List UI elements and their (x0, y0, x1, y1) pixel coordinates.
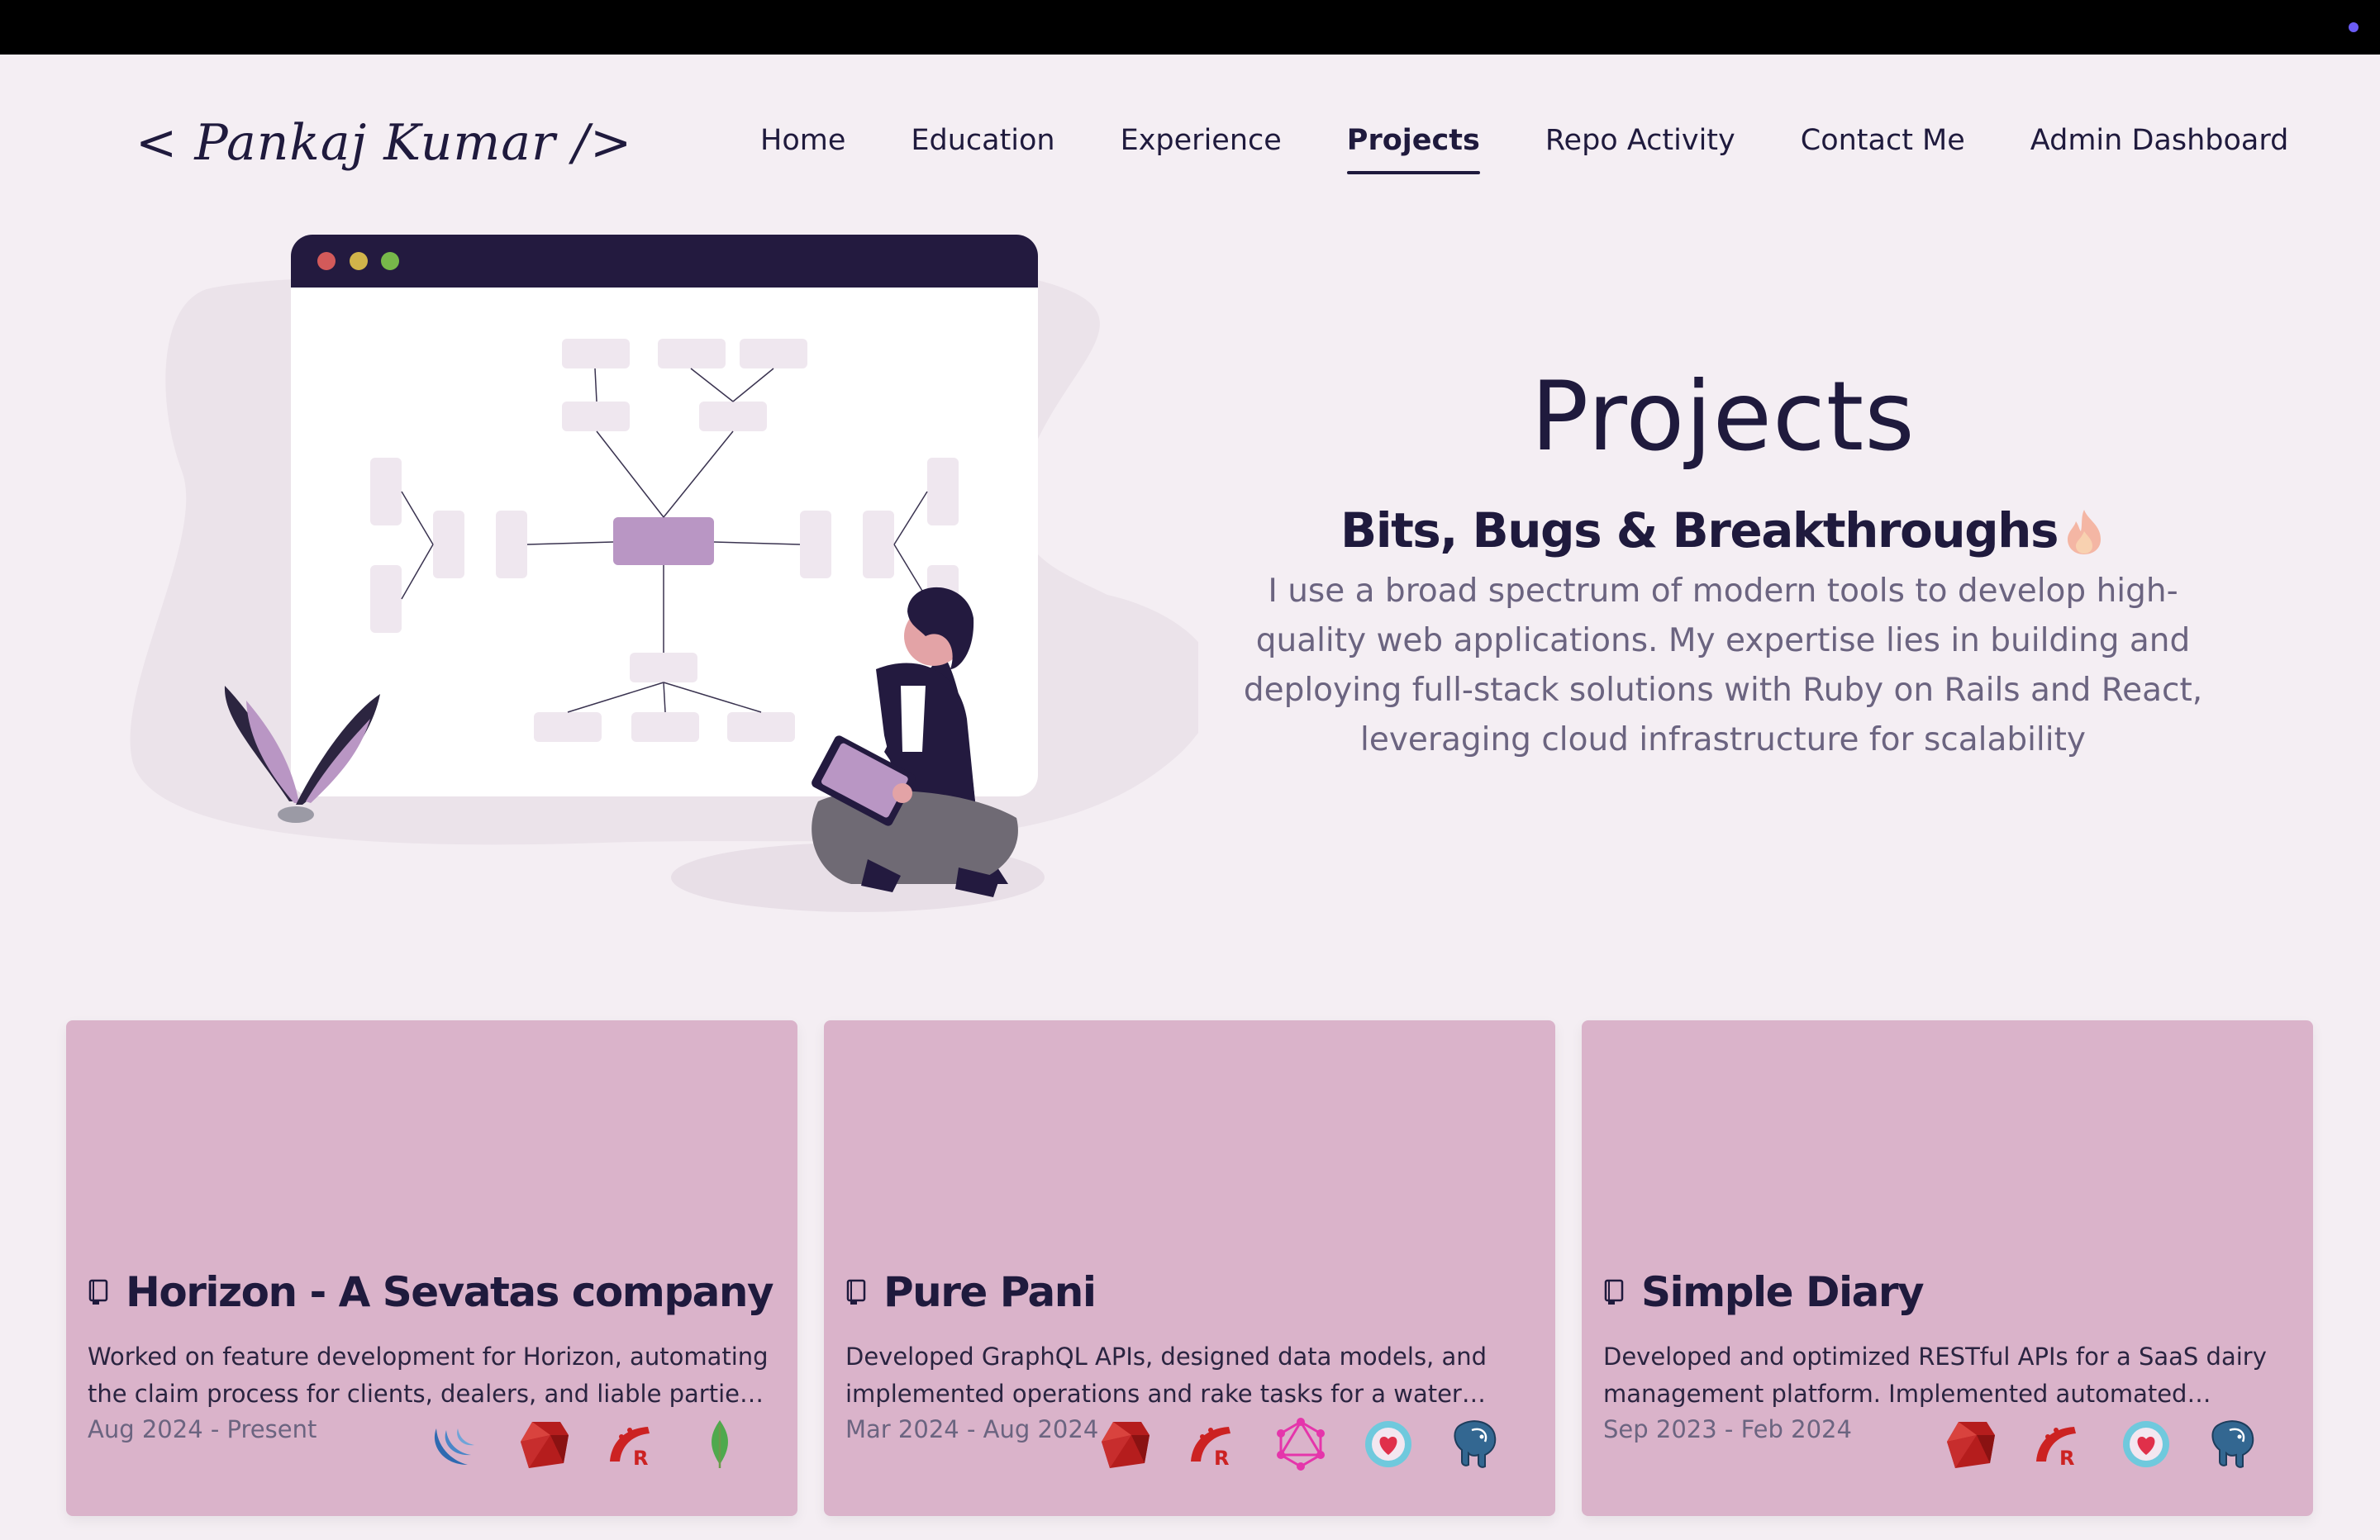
project-card-horizon[interactable]: Horizon - A Sevatas company Worked on fe… (66, 1020, 797, 1516)
nav-education[interactable]: Education (911, 120, 1054, 169)
ruby-icon (1944, 1417, 1998, 1471)
hero-text: Projects Bits, Bugs & Breakthroughs I us… (1207, 347, 2240, 765)
project-card-pure-pani[interactable]: Pure Pani Developed GraphQL APIs, design… (824, 1020, 1555, 1516)
ruby-icon (517, 1417, 572, 1471)
top-bar (0, 0, 2380, 55)
page-title: Projects (1530, 361, 1916, 473)
project-date: Mar 2024 - Aug 2024 (845, 1415, 1099, 1443)
main-nav: Home Education Experience Projects Repo … (760, 120, 2289, 174)
rails-icon: R (1186, 1417, 1240, 1471)
svg-text:R: R (2059, 1447, 2074, 1470)
book-icon (1603, 1279, 1626, 1305)
status-dot (2349, 22, 2359, 32)
hero-description: I use a broad spectrum of modern tools t… (1243, 573, 2203, 758)
postgresql-icon (1449, 1417, 1503, 1471)
site-logo[interactable]: < Pankaj Kumar /> (136, 109, 633, 192)
graphql-icon (1273, 1417, 1328, 1471)
hero-illustration (130, 235, 1198, 912)
nav-admin-dashboard[interactable]: Admin Dashboard (2030, 120, 2289, 169)
project-description: Developed and optimized RESTful APIs for… (1603, 1343, 2267, 1408)
rspec-icon (1361, 1417, 1416, 1471)
project-title[interactable]: Simple Diary (1641, 1268, 1925, 1316)
postgresql-icon (2206, 1417, 2261, 1471)
project-description: Worked on feature development for Horizo… (88, 1343, 769, 1408)
card-title-row: Horizon - A Sevatas company (88, 1268, 774, 1316)
rails-icon: R (2031, 1417, 2086, 1471)
nav-projects[interactable]: Projects (1346, 120, 1480, 174)
svg-text:R: R (633, 1447, 648, 1470)
tech-stack: R (430, 1417, 747, 1471)
book-icon (88, 1279, 111, 1305)
ruby-icon (1098, 1417, 1153, 1471)
nav-contact-me[interactable]: Contact Me (1801, 120, 1965, 169)
fire-icon (2063, 506, 2106, 554)
tech-stack: R (1098, 1417, 1503, 1471)
rails-icon: R (605, 1417, 659, 1471)
project-date: Aug 2024 - Present (88, 1415, 317, 1443)
project-card-simple-diary[interactable]: Simple Diary Developed and optimized RES… (1582, 1020, 2313, 1516)
project-date: Sep 2023 - Feb 2024 (1603, 1415, 1852, 1443)
nav-experience[interactable]: Experience (1121, 120, 1282, 169)
book-icon (845, 1279, 869, 1305)
tech-stack: R (1944, 1417, 2261, 1471)
card-title-row: Pure Pani (845, 1268, 1097, 1316)
card-title-row: Simple Diary (1603, 1268, 1925, 1316)
hero-subtitle: Bits, Bugs & Breakthroughs (1207, 497, 2240, 563)
hero-subtitle-text: Bits, Bugs & Breakthroughs (1340, 502, 2059, 558)
rspec-icon (2119, 1417, 2173, 1471)
svg-text:R: R (1214, 1447, 1229, 1470)
project-title[interactable]: Pure Pani (883, 1268, 1097, 1316)
mongodb-icon (693, 1417, 747, 1471)
logo-text: < Pankaj Kumar /> (136, 114, 633, 172)
nav-home[interactable]: Home (760, 120, 845, 169)
projects-grid: Horizon - A Sevatas company Worked on fe… (66, 1020, 2314, 1516)
project-description: Developed GraphQL APIs, designed data mo… (845, 1343, 1488, 1408)
project-title[interactable]: Horizon - A Sevatas company (126, 1268, 774, 1316)
jquery-icon (430, 1417, 484, 1471)
nav-repo-activity[interactable]: Repo Activity (1545, 120, 1735, 169)
